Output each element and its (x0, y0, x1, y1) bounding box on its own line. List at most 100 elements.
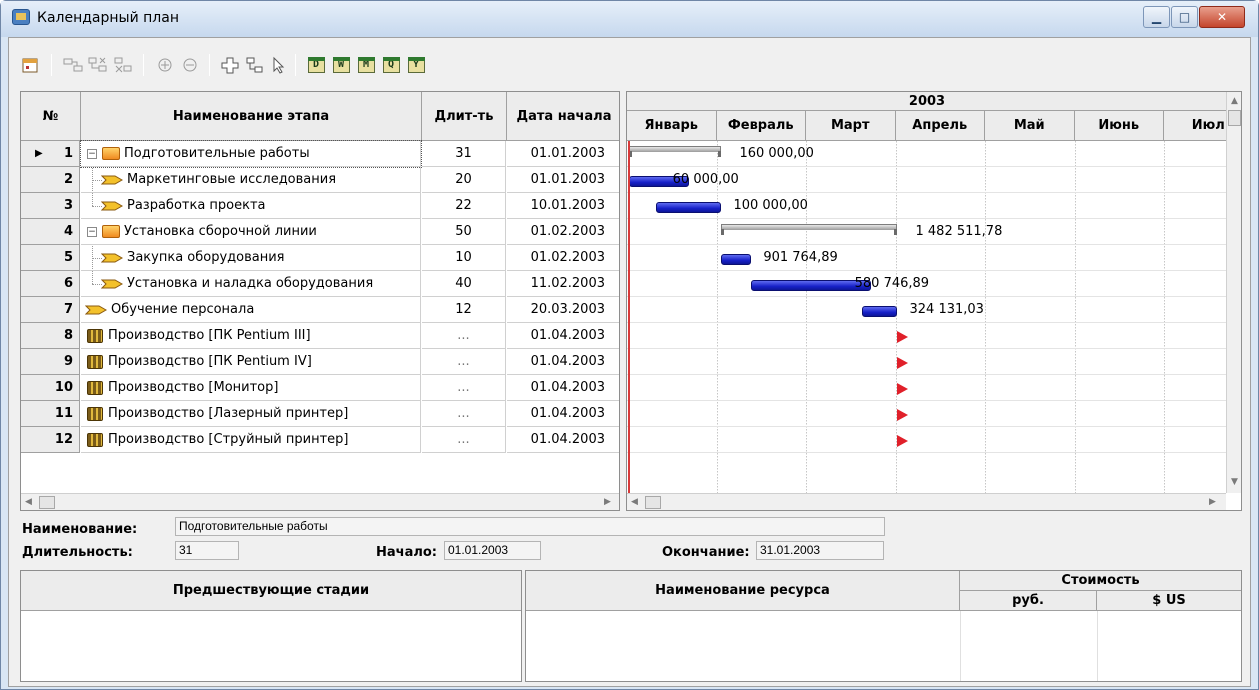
duration-cell[interactable]: 31 (422, 141, 506, 167)
column-header-start[interactable]: Дата начала (507, 92, 619, 141)
gantt-vscrollbar[interactable]: ▲ ▼ (1226, 92, 1241, 493)
stage-name-cell[interactable]: Производство [ПК Pentium IV] (81, 349, 421, 375)
table-row[interactable]: 7 Обучение персонала 12 20.03.2003 (21, 297, 619, 323)
title-bar[interactable]: Календарный план ▁ □ ✕ (1, 1, 1258, 37)
gantt-scroll-right-icon[interactable]: ▶ (1209, 497, 1216, 507)
start-date-cell[interactable]: 20.03.2003 (507, 297, 619, 323)
vscroll-thumb[interactable] (1228, 110, 1241, 126)
duration-cell[interactable]: ... (422, 349, 506, 375)
scroll-right-icon[interactable]: ▶ (604, 497, 611, 507)
milestone-marker[interactable] (896, 331, 908, 343)
collapse-button[interactable] (179, 55, 201, 75)
start-date-cell[interactable]: 01.02.2003 (507, 245, 619, 271)
row-number[interactable]: 3 (21, 193, 80, 219)
column-header-num[interactable]: № (21, 92, 81, 141)
stage-name-cell[interactable]: Производство [Монитор] (81, 375, 421, 401)
table-row[interactable]: 12 Производство [Струйный принтер]... 01.0… (21, 427, 619, 453)
delete-link-button[interactable] (87, 55, 109, 75)
table-row[interactable]: 9 Производство [ПК Pentium IV]... 01.04.20… (21, 349, 619, 375)
stage-name-cell[interactable]: − Установка сборочной линии (81, 219, 421, 245)
start-date-cell[interactable]: 11.02.2003 (507, 271, 619, 297)
add-link-button[interactable] (62, 55, 84, 75)
row-number[interactable]: 7 (21, 297, 80, 323)
cursor-button[interactable] (267, 55, 289, 75)
row-number[interactable]: ▶ 1 (21, 141, 80, 167)
scale-quarter-button[interactable]: Q (380, 55, 402, 75)
column-header-name[interactable]: Наименование этапа (81, 92, 422, 141)
row-number[interactable]: 8 (21, 323, 80, 349)
row-number[interactable]: 12 (21, 427, 80, 453)
table-row[interactable]: 3 Разработка проекта 22 10.01.2003 (21, 193, 619, 219)
row-number[interactable]: 4 (21, 219, 80, 245)
stage-name-cell[interactable]: Производство [ПК Pentium III] (81, 323, 421, 349)
table-row[interactable]: 11 Производство [Лазерный принтер]... 01.0… (21, 401, 619, 427)
gantt-scroll-left-icon[interactable]: ◀ (631, 497, 638, 507)
calendar-button[interactable] (19, 55, 41, 75)
row-number[interactable]: 11 (21, 401, 80, 427)
clear-links-button[interactable] (112, 55, 134, 75)
start-date-cell[interactable]: 01.04.2003 (507, 375, 619, 401)
stage-name-cell[interactable]: Производство [Лазерный принтер] (81, 401, 421, 427)
table-row[interactable]: 2 Маркетинговые исследования 20 01.01.2003 (21, 167, 619, 193)
milestone-marker[interactable] (896, 435, 908, 447)
stage-name-cell[interactable]: − Подготовительные работы (80, 140, 422, 168)
row-number[interactable]: 5 (21, 245, 80, 271)
gantt-hscrollbar[interactable]: ◀ ▶ (627, 493, 1226, 510)
minimize-button[interactable]: ▁ (1143, 6, 1170, 28)
start-field[interactable]: 01.01.2003 (444, 541, 541, 560)
stage-name-cell[interactable]: Маркетинговые исследования (81, 167, 421, 193)
duration-cell[interactable]: 22 (422, 193, 506, 219)
row-number[interactable]: 9 (21, 349, 80, 375)
indent-button[interactable] (244, 55, 266, 75)
milestone-marker[interactable] (896, 383, 908, 395)
summary-bar[interactable] (721, 224, 898, 235)
table-hscrollbar[interactable]: ◀ ▶ (21, 493, 619, 510)
collapse-tree-icon[interactable]: − (87, 149, 97, 159)
stage-name-cell[interactable]: Установка и наладка оборудования (81, 271, 421, 297)
duration-cell[interactable]: 20 (422, 167, 506, 193)
duration-field[interactable]: 31 (175, 541, 239, 560)
duration-cell[interactable]: ... (422, 427, 506, 453)
start-date-cell[interactable]: 10.01.2003 (507, 193, 619, 219)
start-date-cell[interactable]: 01.01.2003 (507, 167, 619, 193)
gantt-scroll-thumb[interactable] (645, 496, 661, 509)
duration-cell[interactable]: ... (422, 401, 506, 427)
duration-cell[interactable]: ... (422, 323, 506, 349)
milestone-marker[interactable] (896, 357, 908, 369)
task-bar[interactable] (861, 306, 898, 317)
scale-day-button[interactable]: D (305, 55, 327, 75)
expand-button[interactable] (154, 55, 176, 75)
start-date-cell[interactable]: 01.01.2003 (507, 141, 619, 167)
stage-name-cell[interactable]: Разработка проекта (81, 193, 421, 219)
task-bar[interactable] (721, 254, 752, 265)
table-row[interactable]: ▶ 1− Подготовительные работы 31 01.01.2003 (21, 140, 619, 168)
start-date-cell[interactable]: 01.02.2003 (507, 219, 619, 245)
stage-name-cell[interactable]: Закупка оборудования (81, 245, 421, 271)
add-stage-button[interactable] (219, 55, 241, 75)
table-row[interactable]: 8 Производство [ПК Pentium III]... 01.04.2… (21, 323, 619, 349)
row-number[interactable]: 2 (21, 167, 80, 193)
table-row[interactable]: 6 Установка и наладка оборудования 40 11.02… (21, 271, 619, 297)
duration-cell[interactable]: 10 (422, 245, 506, 271)
scale-week-button[interactable]: W (330, 55, 352, 75)
duration-cell[interactable]: 40 (422, 271, 506, 297)
start-date-cell[interactable]: 01.04.2003 (507, 349, 619, 375)
scroll-thumb[interactable] (39, 496, 55, 509)
row-number[interactable]: 10 (21, 375, 80, 401)
column-header-duration[interactable]: Длит-ть (422, 92, 507, 141)
close-button[interactable]: ✕ (1199, 6, 1245, 28)
scale-year-button[interactable]: Y (405, 55, 427, 75)
duration-cell[interactable]: 12 (422, 297, 506, 323)
table-row[interactable]: 4 − Установка сборочной линии 50 01.02.2003 (21, 219, 619, 245)
row-number[interactable]: 6 (21, 271, 80, 297)
scroll-down-icon[interactable]: ▼ (1231, 477, 1238, 487)
summary-bar[interactable] (629, 146, 722, 157)
scroll-left-icon[interactable]: ◀ (25, 497, 32, 507)
end-field[interactable]: 31.01.2003 (756, 541, 884, 560)
start-date-cell[interactable]: 01.04.2003 (507, 323, 619, 349)
duration-cell[interactable]: ... (422, 375, 506, 401)
name-field[interactable]: Подготовительные работы (175, 517, 885, 536)
task-bar[interactable] (751, 280, 871, 291)
scroll-up-icon[interactable]: ▲ (1231, 96, 1238, 106)
milestone-marker[interactable] (896, 409, 908, 421)
